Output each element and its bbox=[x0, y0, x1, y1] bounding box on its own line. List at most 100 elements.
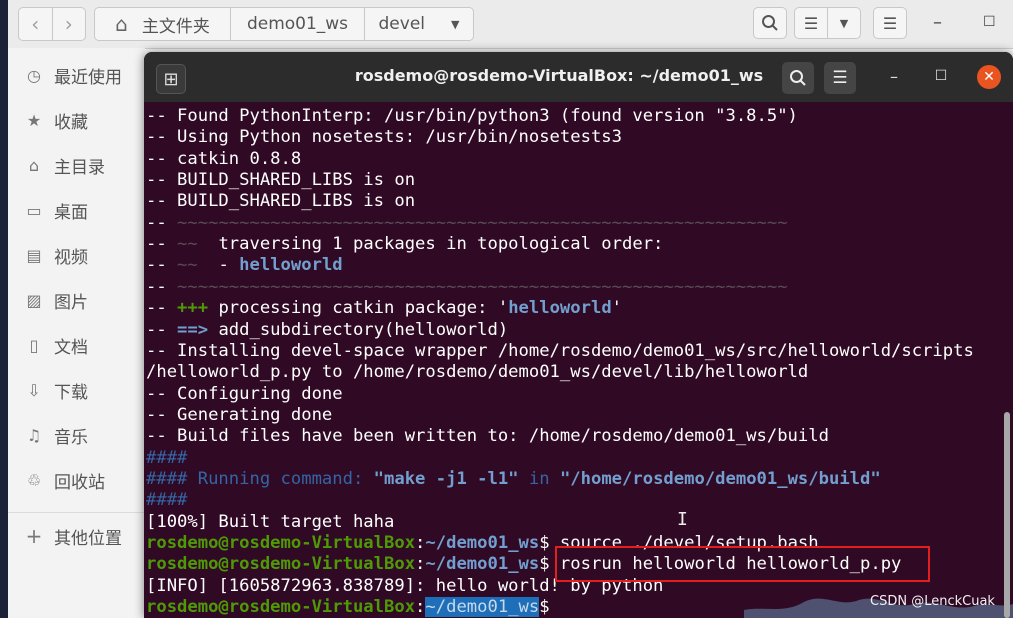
minimize-icon[interactable]: – bbox=[933, 12, 942, 33]
sidebar-item-label: 收藏 bbox=[54, 112, 88, 133]
sidebar-item-label: 最近使用 bbox=[54, 67, 122, 88]
terminal-text-segment: $ bbox=[539, 597, 560, 618]
terminal-text-segment: traversing 1 packages in topological ord… bbox=[197, 234, 664, 255]
terminal-text-segment: -- bbox=[146, 234, 178, 255]
sidebar-item-recent[interactable]: ◷ 最近使用 bbox=[8, 55, 145, 95]
sidebar-item-desktop[interactable]: ▭ 桌面 bbox=[8, 190, 145, 230]
terminal-text-segment: ~/demo01_ws bbox=[425, 597, 540, 618]
sidebar-item-other-locations[interactable]: + 其他位置 bbox=[8, 516, 145, 556]
sidebar-item-documents[interactable]: ▯ 文档 bbox=[8, 325, 145, 365]
minimize-icon[interactable]: – bbox=[882, 64, 906, 88]
breadcrumb-devel[interactable]: devel ▼ bbox=[365, 8, 473, 40]
terminal-text-segment: ~~~~~~~~~~~~~~~~~~~~~~~~~~~~~~~~~~~~~~~~… bbox=[177, 212, 788, 233]
sidebar-item-label: 下载 bbox=[54, 382, 88, 403]
terminal-text-segment: -- bbox=[146, 298, 178, 319]
music-icon: ♫ bbox=[26, 425, 42, 445]
sidebar-item-videos[interactable]: ▤ 视频 bbox=[8, 235, 145, 275]
download-icon: ⇩ bbox=[27, 380, 41, 400]
terminal-title: rosdemo@rosdemo-VirtualBox: ~/demo01_ws bbox=[354, 66, 764, 85]
forward-icon[interactable]: › bbox=[53, 8, 86, 40]
terminal-text-segment: ~~ bbox=[177, 255, 198, 276]
terminal-line: -- ==> add_subdirectory(helloworld) bbox=[146, 320, 508, 341]
terminal-line: -- ~~ - helloworld bbox=[146, 255, 343, 276]
terminal-text-segment: ~/demo01_ws bbox=[425, 533, 540, 553]
terminal-text-segment: in bbox=[518, 468, 560, 489]
document-icon: ▯ bbox=[29, 335, 39, 355]
sidebar-item-trash[interactable]: ♲ 回收站 bbox=[8, 460, 145, 500]
chevron-down-icon[interactable]: ▼ bbox=[451, 18, 459, 31]
sidebar-item-home[interactable]: ⌂ 主目录 bbox=[8, 145, 145, 185]
terminal-text-segment: "make -j1 -l1" bbox=[373, 468, 519, 489]
search-button[interactable] bbox=[753, 7, 787, 39]
terminal-text-segment: helloworld bbox=[508, 298, 612, 319]
sidebar-item-starred[interactable]: ★ 收藏 bbox=[8, 100, 145, 140]
plus-icon: + bbox=[25, 524, 43, 548]
terminal-text-segment: ==> bbox=[177, 319, 209, 340]
search-icon bbox=[790, 70, 806, 86]
terminal-line: -- ~~~~~~~~~~~~~~~~~~~~~~~~~~~~~~~~~~~~~… bbox=[146, 277, 788, 298]
breadcrumb-demo01-ws-label: demo01_ws bbox=[246, 14, 349, 34]
clock-icon: ◷ bbox=[27, 65, 41, 85]
search-icon bbox=[762, 15, 778, 31]
terminal-text-segment: /helloworld_p.py to /home/rosdemo/demo01… bbox=[146, 362, 809, 383]
menu-button[interactable]: ☰ bbox=[873, 7, 907, 39]
terminal-text-segment: -- bbox=[146, 212, 178, 233]
terminal-text-segment: +++ bbox=[177, 298, 209, 319]
terminal-text-segment: -- BUILD_SHARED_LIBS is on bbox=[146, 191, 416, 212]
maximize-icon[interactable]: ☐ bbox=[983, 14, 996, 30]
close-icon[interactable]: ✕ bbox=[977, 65, 1001, 89]
terminal-text-segment: ~~ bbox=[177, 234, 198, 255]
breadcrumb: ⌂ 主文件夹 demo01_ws devel ▼ bbox=[94, 7, 474, 41]
terminal-line: #### bbox=[146, 448, 187, 469]
star-icon: ★ bbox=[26, 110, 42, 130]
maximize-icon[interactable]: ☐ bbox=[929, 64, 953, 88]
terminal-line: /helloworld_p.py to /home/rosdemo/demo01… bbox=[146, 362, 808, 383]
terminal-text-segment: #### Running command: bbox=[146, 468, 374, 489]
terminal-titlebar[interactable]: ⊞ rosdemo@rosdemo-VirtualBox: ~/demo01_w… bbox=[144, 52, 1013, 102]
list-view-icon: ☰ bbox=[803, 13, 819, 33]
terminal-window[interactable]: ⊞ rosdemo@rosdemo-VirtualBox: ~/demo01_w… bbox=[144, 52, 1013, 618]
sidebar-item-downloads[interactable]: ⇩ 下载 bbox=[8, 370, 145, 410]
terminal-text-segment: ' bbox=[611, 298, 623, 319]
sidebar: ◷ 最近使用 ★ 收藏 ⌂ 主目录 ▭ 桌面 ▤ 视频 ▨ 图片 ▯ 文档 ⇩ bbox=[8, 48, 145, 618]
terminal-line: -- Generating done bbox=[146, 405, 332, 426]
terminal-output[interactable]: -- Found PythonInterp: /usr/bin/python3 … bbox=[146, 102, 1006, 618]
hamburger-icon: ☰ bbox=[882, 13, 898, 33]
terminal-text-segment: rosdemo@rosdemo-VirtualBox bbox=[146, 597, 416, 618]
terminal-line: -- ~~ traversing 1 packages in topologic… bbox=[146, 234, 663, 255]
hamburger-icon: ☰ bbox=[832, 68, 848, 88]
terminal-search-button[interactable] bbox=[782, 62, 814, 94]
trash-icon: ♲ bbox=[26, 470, 42, 490]
terminal-text-segment: #### bbox=[146, 490, 188, 511]
breadcrumb-home[interactable]: ⌂ 主文件夹 bbox=[95, 8, 231, 40]
terminal-scrollbar[interactable] bbox=[1004, 412, 1010, 618]
picture-icon: ▨ bbox=[26, 290, 42, 310]
terminal-line: #### Running command: "make -j1 -l1" in … bbox=[146, 469, 881, 490]
terminal-line: -- +++ processing catkin package: 'hello… bbox=[146, 298, 622, 319]
nav-buttons: ‹ › bbox=[18, 7, 86, 41]
terminal-text-segment: rosdemo@rosdemo-VirtualBox bbox=[146, 554, 416, 575]
back-icon[interactable]: ‹ bbox=[19, 8, 53, 40]
view-options-button[interactable]: ▼ bbox=[827, 7, 861, 39]
sidebar-item-pictures[interactable]: ▨ 图片 bbox=[8, 280, 145, 320]
highlight-box bbox=[555, 546, 930, 582]
terminal-text-segment: -- Build files have been written to: /ho… bbox=[146, 426, 829, 447]
terminal-text-segment: : bbox=[415, 597, 426, 618]
new-tab-icon[interactable]: ⊞ bbox=[156, 64, 186, 94]
sidebar-item-music[interactable]: ♫ 音乐 bbox=[8, 415, 145, 455]
home-icon: ⌂ bbox=[28, 155, 40, 175]
chevron-down-icon: ▼ bbox=[839, 16, 849, 30]
sidebar-item-label: 回收站 bbox=[54, 472, 105, 493]
view-list-button[interactable]: ☰ bbox=[794, 7, 828, 39]
terminal-menu-button[interactable]: ☰ bbox=[824, 62, 856, 94]
terminal-text-segment: add_subdirectory(helloworld) bbox=[208, 319, 509, 340]
terminal-line: -- BUILD_SHARED_LIBS is on bbox=[146, 170, 415, 191]
text-cursor-icon: I bbox=[677, 509, 688, 530]
terminal-text-segment: [100%] Built target haha bbox=[146, 511, 395, 532]
terminal-line: [100%] Built target haha bbox=[146, 512, 394, 533]
terminal-text-segment: -- bbox=[146, 319, 178, 340]
terminal-text-segment: ~/demo01_ws bbox=[425, 554, 540, 575]
breadcrumb-demo01-ws[interactable]: demo01_ws bbox=[231, 8, 365, 40]
sidebar-item-label: 桌面 bbox=[54, 202, 88, 223]
terminal-text-segment: -- BUILD_SHARED_LIBS is on bbox=[146, 170, 416, 191]
